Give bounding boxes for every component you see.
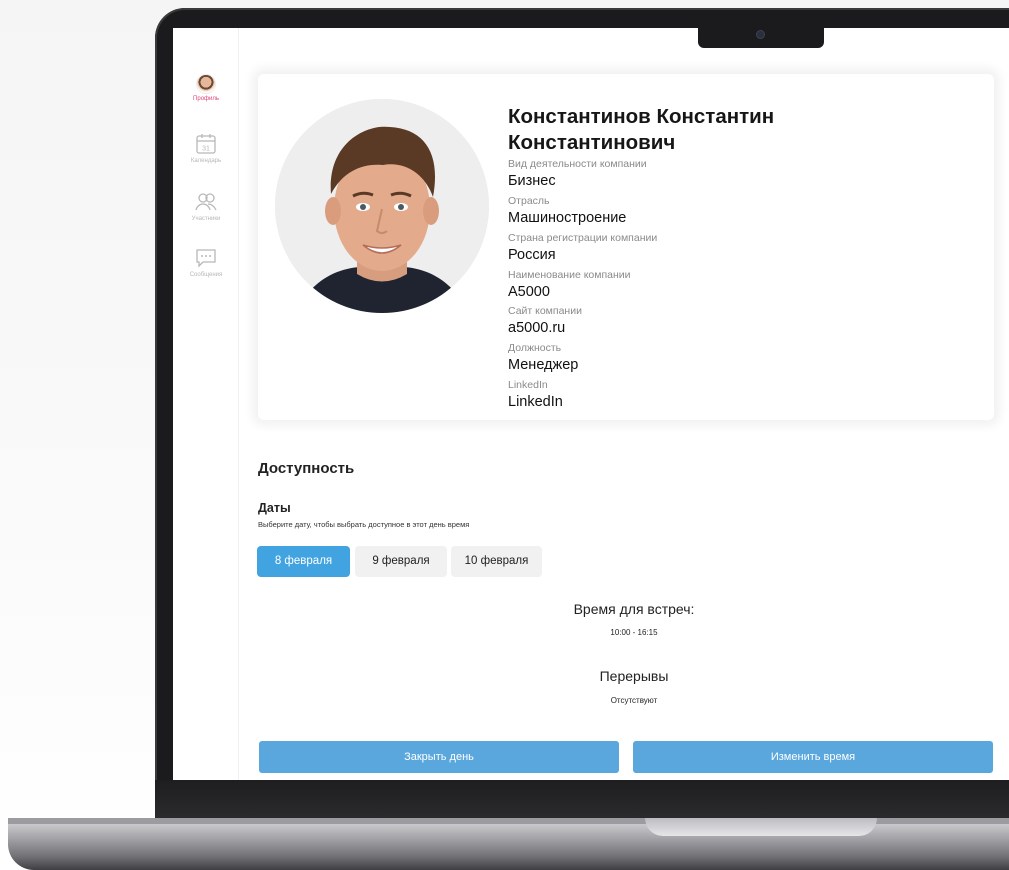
field-label-activity: Вид деятельности компании [508, 158, 647, 170]
meeting-time-value: 10:00 - 16:15 [610, 628, 658, 637]
field-label-linkedin: LinkedIn [508, 379, 548, 391]
profile-avatar-icon [196, 74, 216, 94]
field-label-country: Страна регистрации компании [508, 232, 658, 244]
sidebar-item-label: Профиль [193, 96, 219, 102]
person-photo-icon [275, 99, 489, 313]
date-button-10-feb[interactable]: 10 февраля [451, 546, 542, 577]
profile-card: Константинов Константин Константинович В… [258, 74, 994, 420]
dates-title: Даты [258, 501, 291, 515]
field-value-company-name: A5000 [508, 284, 550, 300]
main-content: Константинов Константин Константинович В… [239, 28, 1009, 780]
breaks-title: Перерывы [599, 668, 669, 684]
close-day-button[interactable]: Закрыть день [259, 741, 619, 773]
sidebar-item-label: Календарь [190, 158, 222, 164]
field-value-industry: Машиностроение [508, 210, 627, 226]
laptop-chin [155, 780, 1009, 820]
profile-name-line1: Константинов Константин [508, 105, 775, 128]
people-icon [195, 193, 217, 211]
availability-title: Доступность [258, 460, 355, 477]
field-label-position: Должность [508, 342, 562, 354]
change-time-button[interactable]: Изменить время [633, 741, 993, 773]
date-button-9-feb[interactable]: 9 февраля [355, 546, 447, 577]
sidebar-item-participants[interactable]: Участники [173, 190, 239, 222]
calendar-day-number: 31 [202, 146, 210, 153]
message-icon [196, 249, 216, 268]
field-value-website[interactable]: a5000.ru [508, 320, 565, 336]
field-label-industry: Отрасль [508, 195, 550, 207]
field-label-company-name: Наименование компании [508, 269, 631, 281]
sidebar-item-label: Сообщения [189, 272, 223, 278]
sidebar-item-profile[interactable]: Профиль [173, 74, 239, 102]
sidebar: Профиль 31 Календарь Участники Сообщения [173, 28, 239, 780]
camera-notch [698, 26, 824, 48]
laptop-lid-notch [645, 818, 877, 836]
camera-icon [757, 31, 764, 38]
dates-hint: Выберите дату, чтобы выбрать доступное в… [258, 520, 470, 529]
field-label-website: Сайт компании [508, 305, 582, 317]
sidebar-item-label: Участники [191, 216, 221, 222]
field-value-position: Менеджер [508, 357, 579, 373]
sidebar-item-messages[interactable]: Сообщения [173, 246, 239, 278]
calendar-icon: 31 [196, 134, 216, 154]
field-value-activity: Бизнес [508, 173, 556, 189]
field-value-linkedin[interactable]: LinkedIn [508, 394, 563, 410]
field-value-country: Россия [508, 247, 556, 263]
meeting-time-title: Время для встреч: [573, 601, 695, 617]
sidebar-item-calendar[interactable]: 31 Календарь [173, 132, 239, 164]
profile-photo [275, 99, 489, 313]
profile-name-line2: Константинович [508, 131, 676, 154]
date-button-8-feb[interactable]: 8 февраля [257, 546, 350, 577]
breaks-value: Отсутствуют [610, 696, 658, 705]
profile-name: Константинов Константин Константинович [508, 104, 948, 156]
topbar [249, 28, 1009, 62]
screen: Профиль 31 Календарь Участники Сообщения… [173, 28, 1009, 780]
